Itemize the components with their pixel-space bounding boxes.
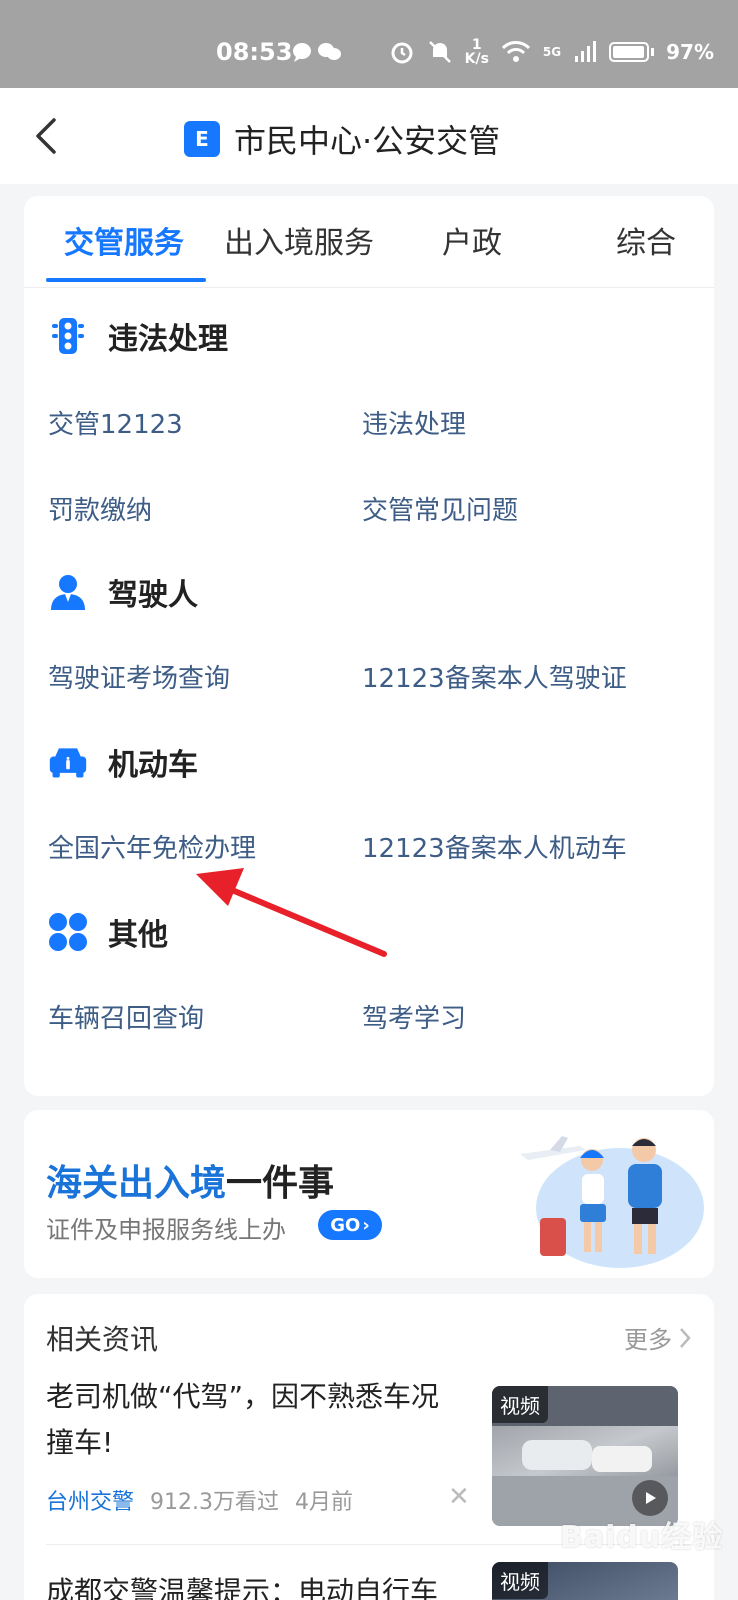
news-views: 912.3万看过 xyxy=(150,1490,279,1515)
net-speed: 1 K/s xyxy=(464,37,489,67)
back-button[interactable] xyxy=(28,114,68,158)
video-tag: 视频 xyxy=(492,1562,548,1599)
chevron-right-icon xyxy=(680,1327,691,1348)
status-time: 08:53 xyxy=(216,38,293,66)
section-other-header: 其他 xyxy=(48,910,168,954)
link-fine-payment[interactable]: 罚款缴纳 xyxy=(48,490,152,527)
banner-title: 海关出入境一件事 xyxy=(46,1163,335,1204)
link-faq[interactable]: 交管常见问题 xyxy=(362,490,518,527)
link-jiaoguan-12123[interactable]: 交管12123 xyxy=(48,404,183,441)
link-six-year-inspection-exemption[interactable]: 全国六年免检办理 xyxy=(48,828,256,865)
active-tab-indicator xyxy=(46,278,206,282)
tab-traffic-services[interactable]: 交管服务 xyxy=(64,218,184,262)
battery-icon xyxy=(609,42,650,62)
page-title: 市民中心·公安交管 xyxy=(234,122,501,160)
traffic-light-icon xyxy=(48,316,88,356)
signal-label: 5G xyxy=(542,45,562,59)
news-source[interactable]: 台州交警 xyxy=(46,1484,134,1516)
section-title: 机动车 xyxy=(108,748,198,783)
grid-icon xyxy=(48,912,88,952)
chat-bubble-icon xyxy=(293,43,341,62)
driver-icon xyxy=(48,572,88,612)
close-icon[interactable]: ✕ xyxy=(448,1482,470,1512)
go-button[interactable]: GO › xyxy=(318,1210,382,1240)
tab-bar: 交管服务 出入境服务 户政 综合 xyxy=(24,196,714,288)
news-item-meta: 台州交警 912.3万看过 4月前 xyxy=(46,1484,353,1516)
customs-banner[interactable]: 海关出入境一件事 证件及申报服务线上办 GO › xyxy=(24,1110,714,1278)
status-right: 1 K/s 5G 97% xyxy=(389,38,714,66)
link-vehicle-recall-query[interactable]: 车辆召回查询 xyxy=(48,998,204,1035)
section-driver-header: 驾驶人 xyxy=(48,570,198,614)
alarm-icon xyxy=(391,42,413,64)
tab-immigration-services[interactable]: 出入境服务 xyxy=(224,218,374,262)
link-register-license[interactable]: 12123备案本人驾驶证 xyxy=(362,658,627,695)
video-tag: 视频 xyxy=(492,1386,548,1423)
travelers-illustration-icon xyxy=(520,1136,704,1268)
status-bar: 08:53 1 K/s 5G 97% xyxy=(0,0,738,88)
link-register-vehicle[interactable]: 12123备案本人机动车 xyxy=(362,828,627,865)
link-violation-handling[interactable]: 违法处理 xyxy=(362,404,466,441)
battery-level: 97% xyxy=(666,40,714,64)
tab-household[interactable]: 户政 xyxy=(442,218,502,262)
section-violation-header: 违法处理 xyxy=(48,314,228,358)
section-title: 其他 xyxy=(108,918,168,953)
car-icon xyxy=(48,742,88,782)
play-icon xyxy=(632,1480,668,1516)
nav-bar: E 市民中心·公安交管 xyxy=(0,88,738,184)
chevron-left-icon xyxy=(36,118,56,154)
tab-general[interactable]: 综合 xyxy=(616,218,676,262)
link-driving-test-study[interactable]: 驾考学习 xyxy=(362,998,466,1035)
news-video-thumbnail[interactable]: 视频 xyxy=(492,1386,678,1526)
news-more-link[interactable]: 更多 xyxy=(624,1320,692,1355)
baidu-watermark: Baidu经验 xyxy=(560,1520,724,1555)
news-video-thumbnail[interactable]: 视频 xyxy=(492,1562,678,1600)
link-exam-venue-query[interactable]: 驾驶证考场查询 xyxy=(48,658,230,695)
mute-icon xyxy=(428,41,451,63)
wifi-icon xyxy=(501,41,531,62)
notification-icons xyxy=(292,40,348,69)
section-title: 驾驶人 xyxy=(108,578,198,613)
news-item-title[interactable]: 老司机做“代驾”，因不熟悉车况撞车! xyxy=(46,1374,466,1466)
nav-title-group: E 市民中心·公安交管 xyxy=(184,116,500,162)
banner-subtitle: 证件及申报服务线上办 xyxy=(46,1216,286,1244)
news-time: 4月前 xyxy=(295,1490,353,1515)
section-title: 违法处理 xyxy=(108,322,228,357)
signal-icon xyxy=(575,41,597,62)
news-item-title[interactable]: 成都交警温馨提示：电动自行车 xyxy=(46,1570,438,1600)
section-vehicle-header: 机动车 xyxy=(48,740,198,784)
services-card: 交管服务 出入境服务 户政 综合 违法处理 交管12123 违法处理 罚款缴纳 … xyxy=(24,196,714,1096)
news-section-title: 相关资讯 xyxy=(46,1323,159,1356)
service-logo-icon: E xyxy=(184,121,220,157)
